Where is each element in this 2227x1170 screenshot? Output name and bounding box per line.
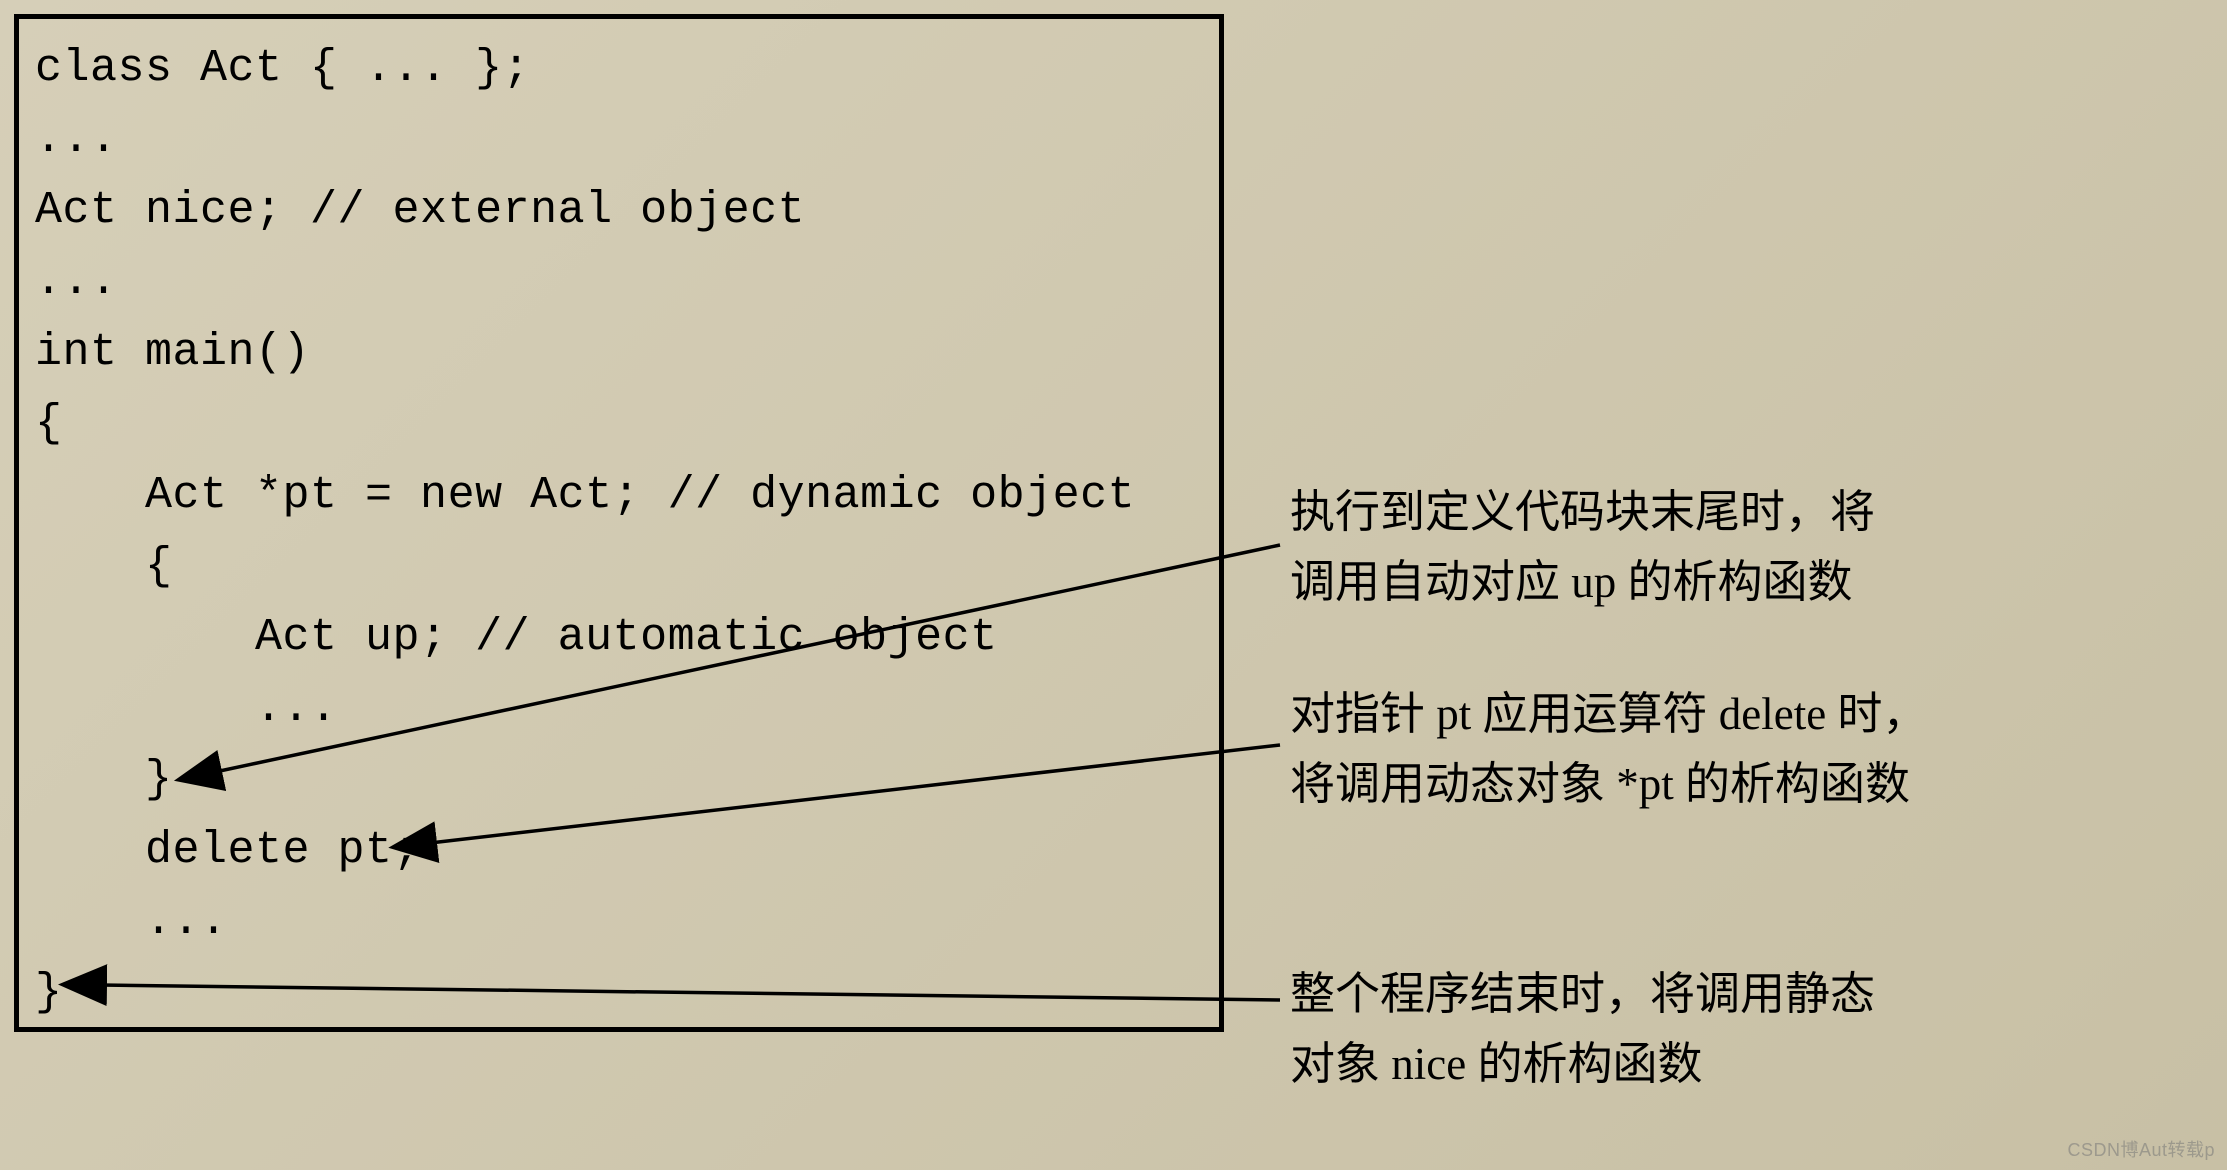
code-block-container: class Act { ... }; ... Act nice; // exte… <box>14 14 1224 1032</box>
code-line: ... <box>35 886 1203 957</box>
code-line: ... <box>35 673 1203 744</box>
code-line: Act up; // automatic object <box>35 602 1203 673</box>
code-line: ... <box>35 104 1203 175</box>
annotation-static-object: 整个程序结束时，将调用静态 对象 nice 的析构函数 <box>1290 960 1875 1100</box>
code-line: class Act { ... }; <box>35 33 1203 104</box>
code-line: ... <box>35 246 1203 317</box>
code-line: delete pt; <box>35 815 1203 886</box>
annotation-automatic-object: 执行到定义代码块末尾时，将 调用自动对应 up 的析构函数 <box>1290 478 1875 618</box>
watermark-text: CSDN博Aut转载p <box>2067 1136 2215 1162</box>
code-line: } <box>35 744 1203 815</box>
code-line: Act nice; // external object <box>35 175 1203 246</box>
code-line: } <box>35 957 1203 1028</box>
code-line: { <box>35 531 1203 602</box>
code-line: Act *pt = new Act; // dynamic object <box>35 460 1203 531</box>
code-line: int main() <box>35 317 1203 388</box>
code-line: { <box>35 388 1203 459</box>
annotation-dynamic-object: 对指针 pt 应用运算符 delete 时， 将调用动态对象 *pt 的析构函数 <box>1290 680 1927 820</box>
